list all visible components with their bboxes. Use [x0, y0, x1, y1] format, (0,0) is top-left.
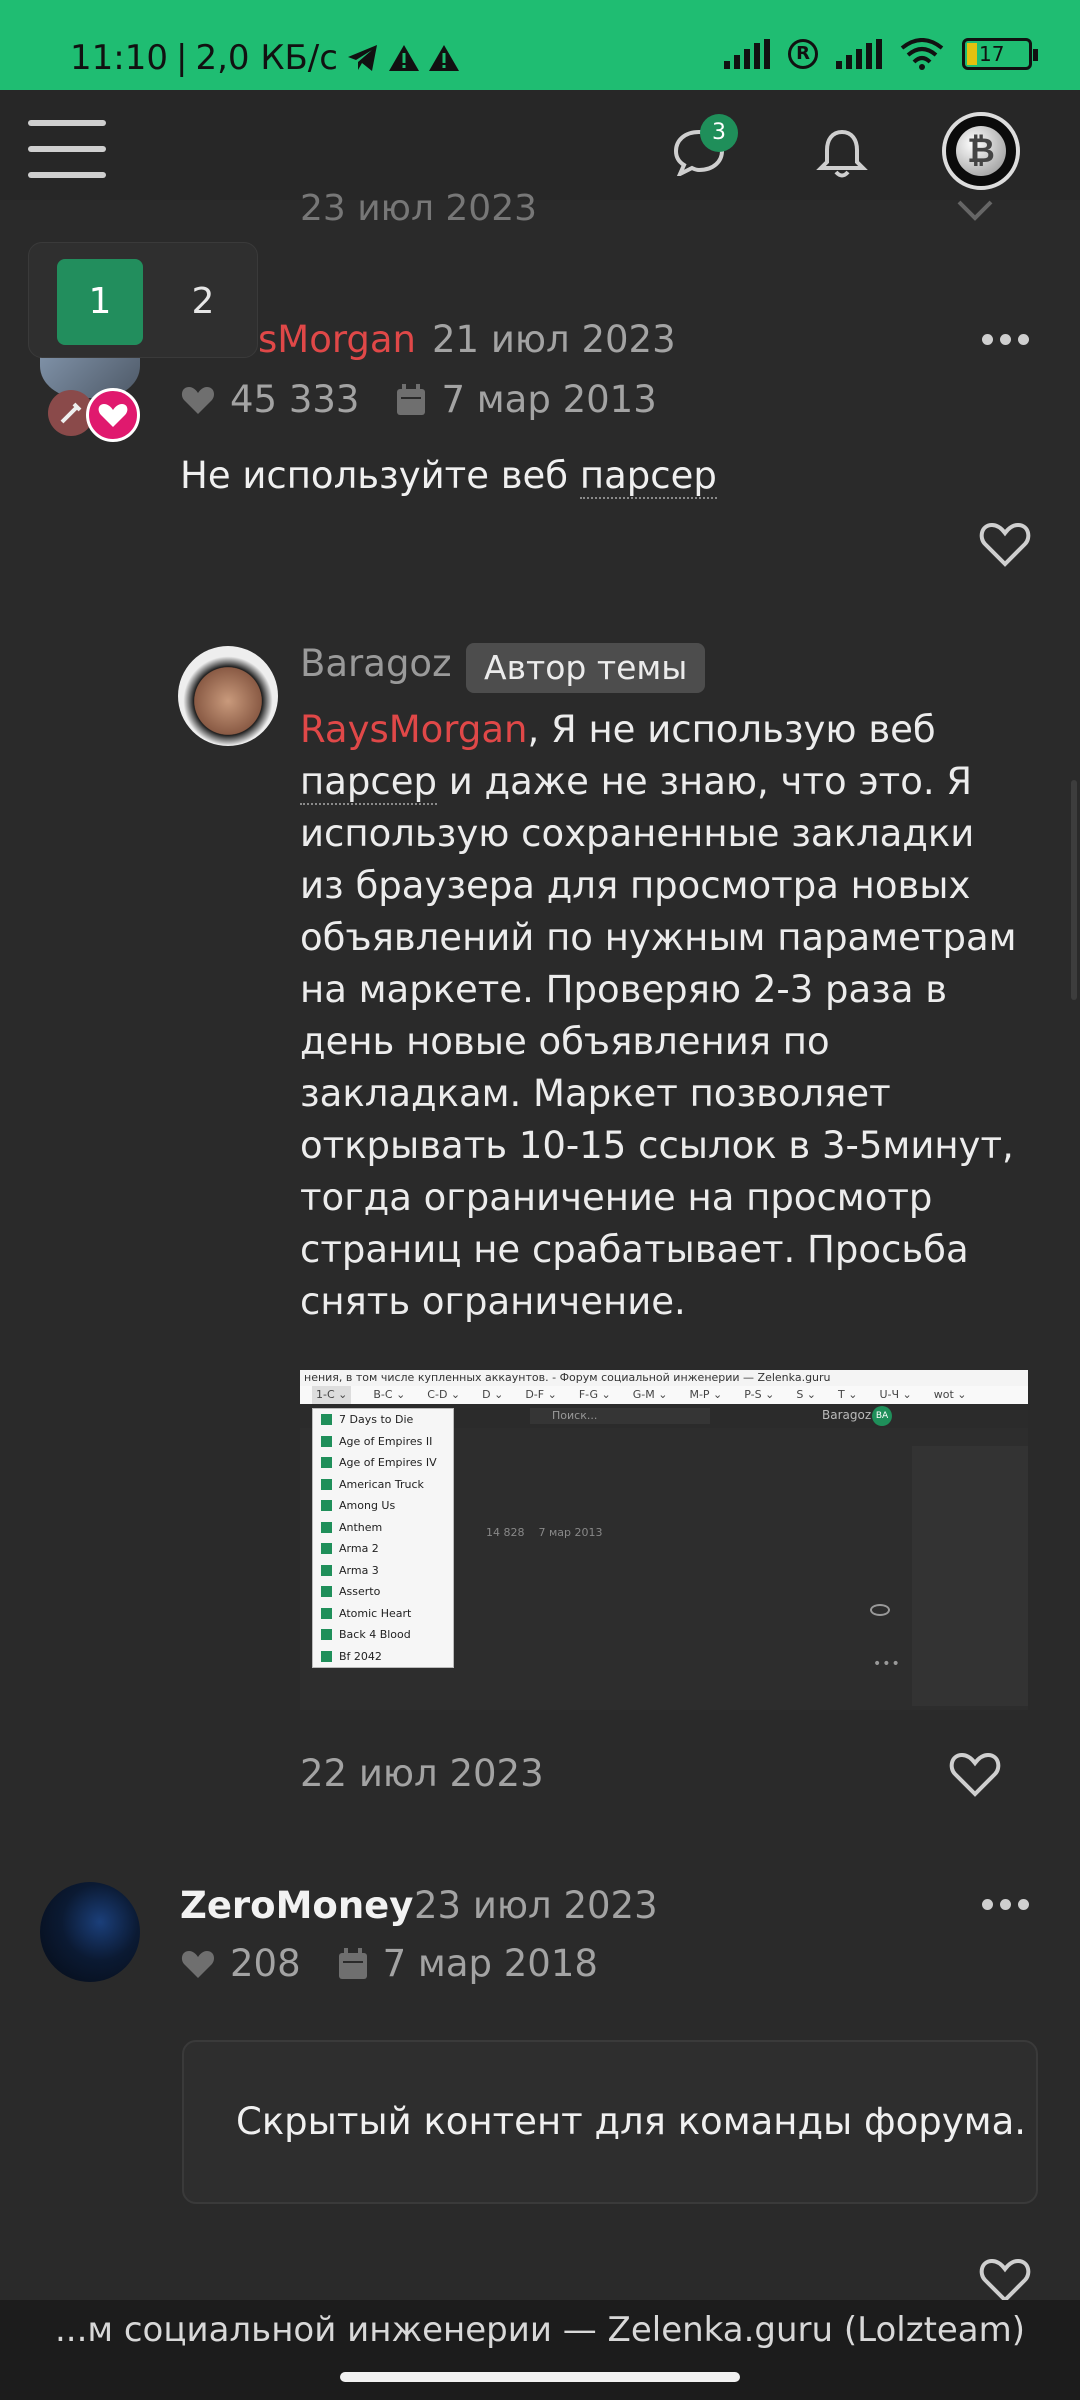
shot-title: нения, в том числе купленных аккаунтов. …	[300, 1370, 1028, 1386]
chevron-down-icon[interactable]	[955, 196, 995, 226]
post2-registered: 7 мар 2018	[382, 1942, 598, 1985]
topic-author-badge: Автор темы	[466, 643, 706, 693]
post1-author[interactable]: sMorgan	[258, 318, 416, 361]
like-button-icon[interactable]	[978, 520, 1032, 568]
telegram-icon	[347, 45, 377, 71]
shot-user-badge: BA	[872, 1406, 892, 1426]
shot-search: Поиск...	[530, 1408, 710, 1424]
post2-like-icon[interactable]	[978, 2256, 1032, 2304]
network-speed: 2,0 КБ/с	[195, 38, 338, 78]
scrollbar[interactable]	[1071, 780, 1077, 1000]
reply-avatar[interactable]	[178, 646, 278, 746]
status-right: R 17	[724, 38, 1038, 70]
more-options-icon[interactable]	[982, 334, 1029, 345]
heart-badge-icon	[86, 388, 140, 442]
warning-icon-2	[428, 45, 459, 71]
bell-icon[interactable]	[814, 126, 870, 182]
reply-date[interactable]: 22 июл 2023	[300, 1752, 544, 1795]
post2-likes: 208	[230, 1942, 301, 1985]
pagination-popup: 1 2	[28, 242, 258, 358]
page-1-button[interactable]: 1	[57, 259, 143, 345]
page-2-button[interactable]: 2	[173, 259, 233, 345]
post1-date[interactable]: 21 июл 2023	[432, 318, 676, 361]
term-link[interactable]: парсер	[579, 454, 717, 499]
heart-icon	[181, 1950, 215, 1978]
reply-body: RaysMorgan, Я не использую веб парсер и …	[300, 708, 1017, 1323]
post1-body: Не используйте веб парсер	[180, 454, 717, 499]
post2-avatar[interactable]	[40, 1882, 140, 1982]
status-time: 11:10	[70, 38, 168, 78]
shot-username: Baragoz	[822, 1408, 872, 1422]
signal-icon	[724, 39, 770, 69]
battery-icon: 17	[962, 38, 1038, 70]
shot-dropdown-menu: 7 Days to Die Age of Empires II Age of E…	[312, 1408, 454, 1668]
home-indicator[interactable]	[340, 2372, 740, 2382]
post2-author[interactable]: ZeroMoney	[180, 1884, 413, 1927]
heart-icon	[181, 386, 215, 414]
previous-post-date: 23 июл 2023	[300, 188, 538, 229]
messages-badge: 3	[700, 114, 738, 152]
reply-like-icon[interactable]	[948, 1750, 1002, 1798]
warning-icon	[388, 45, 419, 71]
hidden-content-box: Скрытый контент для команды форума.	[182, 2040, 1038, 2204]
shot-tabs: 1-C ⌄ B-C ⌄ C-D ⌄ D ⌄ D-F ⌄ F-G ⌄ G-M ⌄ …	[300, 1386, 1028, 1404]
signal-icon-2	[836, 39, 882, 69]
roaming-icon: R	[788, 39, 818, 69]
post1-registered: 7 мар 2013	[441, 378, 657, 421]
post2-meta: 208 7 мар 2018	[180, 1942, 598, 1985]
page-title-bar[interactable]: ...м социальной инженерии — Zelenka.guru…	[0, 2310, 1080, 2350]
eye-off-icon	[870, 1604, 890, 1616]
calendar-icon	[397, 383, 426, 415]
hidden-content-text: Скрытый контент для команды форума.	[236, 2100, 1027, 2143]
menu-icon[interactable]	[28, 120, 106, 180]
mention-link[interactable]: RaysMorgan	[300, 708, 527, 751]
post1-meta: 45 333 7 мар 2013	[180, 378, 657, 421]
calendar-icon	[338, 1947, 367, 1979]
reply-author[interactable]: Baragoz	[300, 642, 452, 685]
attached-screenshot[interactable]: нения, в том числе купленных аккаунтов. …	[300, 1370, 1028, 1710]
post1-likes: 45 333	[230, 378, 360, 421]
term-link-2[interactable]: парсер	[300, 760, 437, 805]
status-bar: 11:10 | 2,0 КБ/с R 17	[0, 0, 1080, 90]
post2-date[interactable]: 23 июл 2023	[414, 1884, 658, 1927]
browser-footer: ...м социальной инженерии — Zelenka.guru…	[0, 2300, 1080, 2400]
top-navigation: 3 ₿	[0, 90, 1080, 200]
more-options-icon-2[interactable]	[982, 1899, 1029, 1910]
battery-level: 17	[979, 42, 1005, 66]
wifi-icon	[900, 38, 944, 70]
user-avatar[interactable]: ₿	[942, 112, 1020, 190]
shot-dots-icon: •••	[873, 1656, 901, 1672]
status-left: 11:10 | 2,0 КБ/с	[70, 38, 460, 78]
shot-stats: 14 828 7 мар 2013	[486, 1526, 603, 1539]
